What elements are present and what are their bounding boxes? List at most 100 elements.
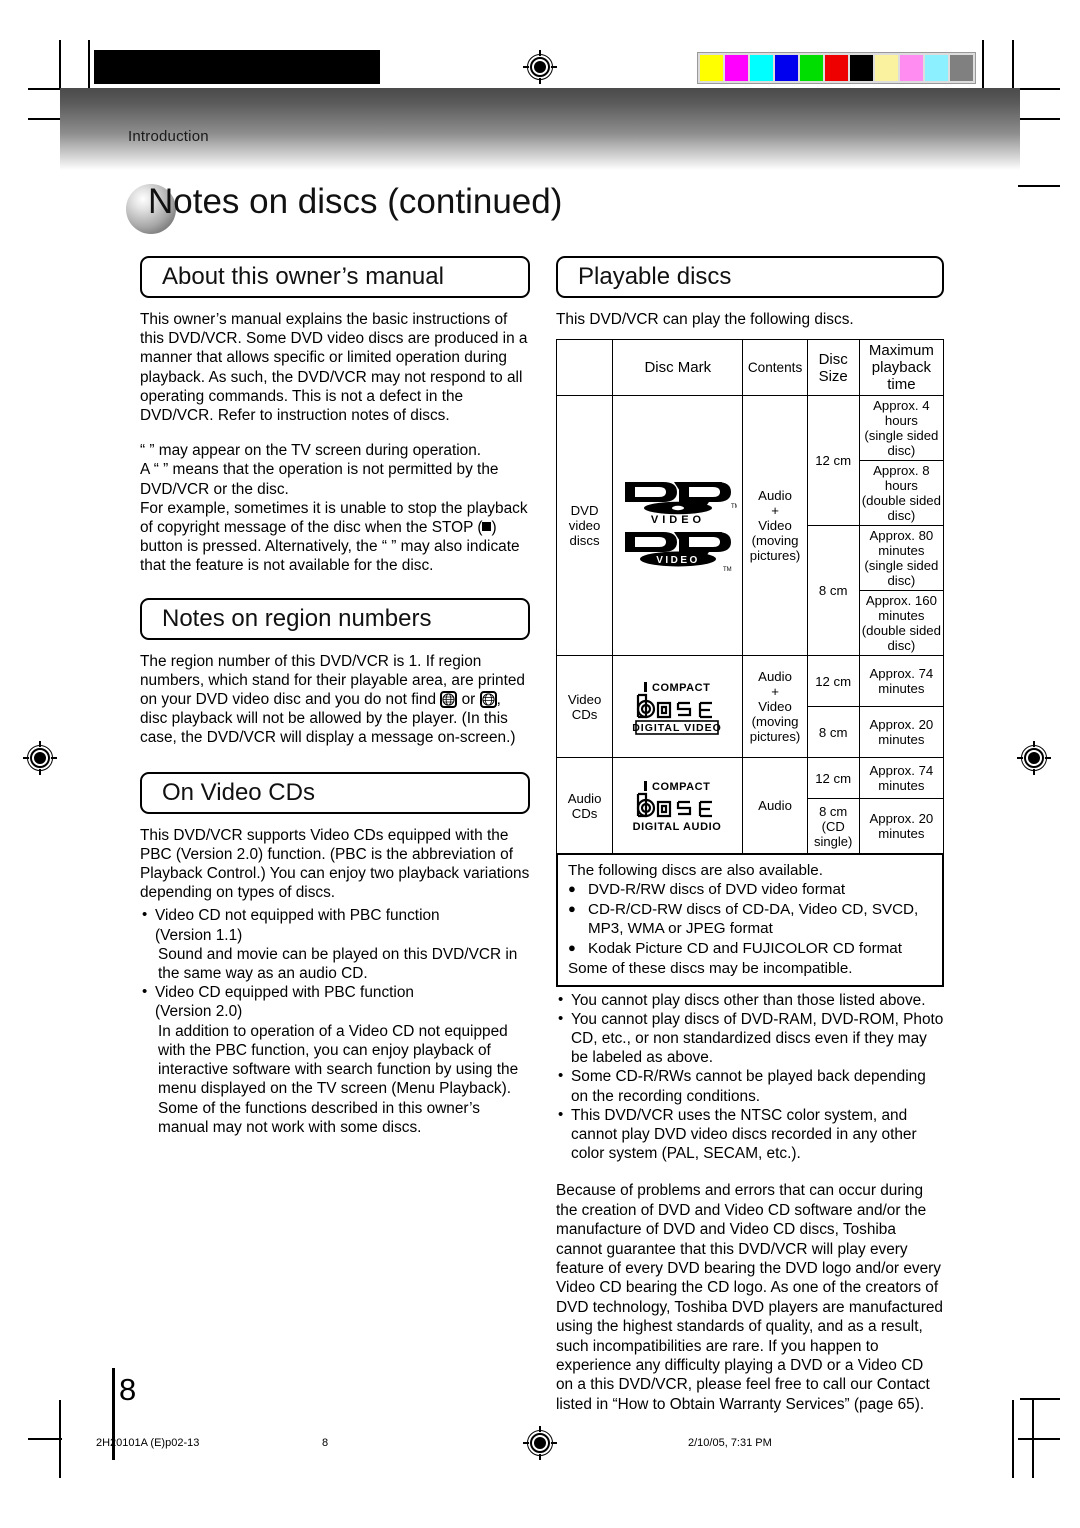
document-page: Introduction Notes on discs (continued) … <box>0 0 1080 1528</box>
crop-mark-br-h <box>1018 1438 1060 1440</box>
col-header-contents: Contents <box>742 339 808 397</box>
color-swatch-7 <box>875 55 898 81</box>
crop-mark-tr-v <box>1012 40 1014 90</box>
svg-text:COMPACT: COMPACT <box>652 682 710 694</box>
row-time: Approx. 8 hours (double sided disc) <box>858 460 945 527</box>
footer-file-id: 2H20101A (E)p02-13 <box>96 1437 200 1449</box>
svg-text:VIDEO: VIDEO <box>651 514 705 526</box>
row-time: Approx. 74 minutes <box>858 655 945 708</box>
color-swatch-5 <box>825 55 848 81</box>
row-contents-dvd: Audio + Video (moving pictures) <box>742 395 808 657</box>
row-time: Approx. 160 minutes (double sided disc) <box>858 590 945 657</box>
footer-folio: 8 <box>322 1437 329 1449</box>
row-name-line3: discs <box>569 533 600 549</box>
registration-mark-top <box>523 50 557 84</box>
black-density-bar <box>94 50 380 84</box>
row-name-dvd: DVD video discs <box>555 395 614 657</box>
col-header-disc-size: Disc Size <box>806 339 860 397</box>
col-header-max-playback: Maximum playback time <box>858 339 945 397</box>
contents-line: Audio <box>758 669 792 685</box>
bullet-version: (Version 2.0) <box>155 1003 243 1021</box>
col-header-max-l1: Maximum <box>868 342 934 360</box>
contents-line: Audio <box>758 488 792 504</box>
row-mark-audio-cd-logo: COMPACT DIGITAL AUDIO <box>612 757 744 855</box>
playable-notes-list: You cannot play discs other than those l… <box>556 990 944 1164</box>
crop-mark-right-mid <box>1020 1398 1060 1400</box>
contents-line: pictures) <box>749 548 801 564</box>
registration-mark-left <box>23 741 57 775</box>
dvd-video-logo-icon: TM VIDEO <box>624 481 737 526</box>
table-row: Video CDs COMPACT DIGITAL VIDEO Audio + … <box>555 655 945 759</box>
crop-mark-tr-v2 <box>982 40 984 90</box>
list-item: You cannot play discs of DVD-RAM, DVD-RO… <box>556 1009 944 1068</box>
row-time: Approx. 20 minutes <box>858 798 945 855</box>
row-contents-audio-cds: Audio <box>742 757 808 855</box>
table-header-row: Disc Mark Contents Disc Size Maximum pla… <box>555 339 945 397</box>
table-row: Audio CDs COMPACT DIGITAL AUDIO Audio 12… <box>555 757 945 855</box>
size-line1: 8 cm <box>819 803 848 819</box>
color-swatch-2 <box>750 55 773 81</box>
about-paragraph-1: This owner’s manual explains the basic i… <box>140 311 528 425</box>
row-name-line2: CDs <box>571 805 598 821</box>
also-available-lead: The following discs are also available. <box>568 862 823 880</box>
registration-mark-right <box>1017 741 1051 775</box>
color-swatch-3 <box>775 55 798 81</box>
svg-text:DIGITAL AUDIO: DIGITAL AUDIO <box>632 821 721 833</box>
crop-mark-br-v <box>1012 1400 1014 1478</box>
playable-discs-table: Disc Mark Contents Disc Size Maximum pla… <box>555 339 945 855</box>
compact-disc-digital-video-logo-icon: COMPACT DIGITAL VIDEO <box>632 681 722 735</box>
crop-mark-br-corner <box>1032 1400 1034 1478</box>
about-paragraph-2c: For example, sometimes it is unable to s… <box>140 499 532 576</box>
col-header-max-l2: playback time <box>871 359 931 394</box>
videocds-bullet-list: Video CD not equipped with PBC function … <box>140 905 532 1136</box>
time-line: (double sided disc) <box>861 623 941 654</box>
also-available-list: DVD-R/RW discs of DVD video format CD-R/… <box>568 879 934 959</box>
also-available-box: The following discs are also available. … <box>556 853 944 987</box>
also-available-tail: Some of these discs may be incompatible. <box>568 959 853 977</box>
section-heading-playable-discs: Playable discs <box>556 256 944 298</box>
time-line: (single sided disc) <box>864 558 939 589</box>
list-item: You cannot play discs other than those l… <box>556 990 944 1010</box>
col-header-disc-size-l1: Disc <box>818 350 848 368</box>
time-line: Approx. 4 hours <box>873 398 930 429</box>
row-mark-dvd-video-logo: TM VIDEO VIDEO TM <box>612 395 744 657</box>
time-line: Approx. 80 minutes <box>869 528 934 559</box>
time-line: Approx. 160 minutes <box>865 593 937 624</box>
row-name-line1: DVD <box>570 503 599 519</box>
printer-color-bar <box>697 52 976 84</box>
color-swatch-8 <box>900 55 923 81</box>
list-item: DVD-R/RW discs of DVD video format <box>568 879 934 900</box>
section-heading-on-video-cds-label: On Video CDs <box>162 778 315 806</box>
list-item: Some CD-R/RWs cannot be played back depe… <box>556 1066 944 1105</box>
page-number: 8 <box>119 1372 137 1407</box>
row-name-line2: CDs <box>571 706 598 722</box>
bullet-title: Video CD equipped with PBC function <box>155 984 414 1002</box>
row-size-vcd-12cm: 12 cm <box>806 655 860 708</box>
row-size-vcd-8cm: 8 cm <box>806 706 860 759</box>
list-item: Video CD not equipped with PBC function … <box>140 905 532 983</box>
time-line: (single sided disc) <box>864 428 939 459</box>
crop-mark-bottom-rule <box>1018 185 1060 187</box>
section-heading-region-numbers-label: Notes on region numbers <box>162 604 432 632</box>
dvd-video-logo-icon-2: VIDEO TM <box>624 531 731 573</box>
left-column: About this owner’s manual This owner’s m… <box>140 256 532 1137</box>
about-p2c-part1: For example, sometimes it is unable to s… <box>140 499 528 537</box>
list-item: Kodak Picture CD and FUJICOLOR CD format <box>568 938 934 959</box>
col-header-disc-size-l2: Size <box>818 367 848 385</box>
videocds-paragraph: This DVD/VCR supports Video CDs equipped… <box>140 826 530 902</box>
item-continuation: MP3, WMA or JPEG format <box>588 920 773 938</box>
crop-mark-bl-h <box>28 1438 62 1440</box>
bullet-title: Video CD not equipped with PBC function <box>155 907 440 925</box>
row-time: Approx. 80 minutes (single sided disc) <box>858 525 945 592</box>
bullet-version: (Version 1.1) <box>155 926 243 944</box>
row-time: Approx. 20 minutes <box>858 706 945 759</box>
time-line: (double sided disc) <box>861 493 941 524</box>
svg-text:DIGITAL VIDEO: DIGITAL VIDEO <box>632 722 722 734</box>
contents-line: (moving <box>751 714 799 730</box>
region-part2: or <box>461 691 476 709</box>
region-globe-icon-1 <box>440 691 458 709</box>
row-name-audio-cds: Audio CDs <box>555 757 614 855</box>
size-line2: (CD <box>821 818 845 834</box>
row-contents-video-cds: Audio + Video (moving pictures) <box>742 655 808 759</box>
